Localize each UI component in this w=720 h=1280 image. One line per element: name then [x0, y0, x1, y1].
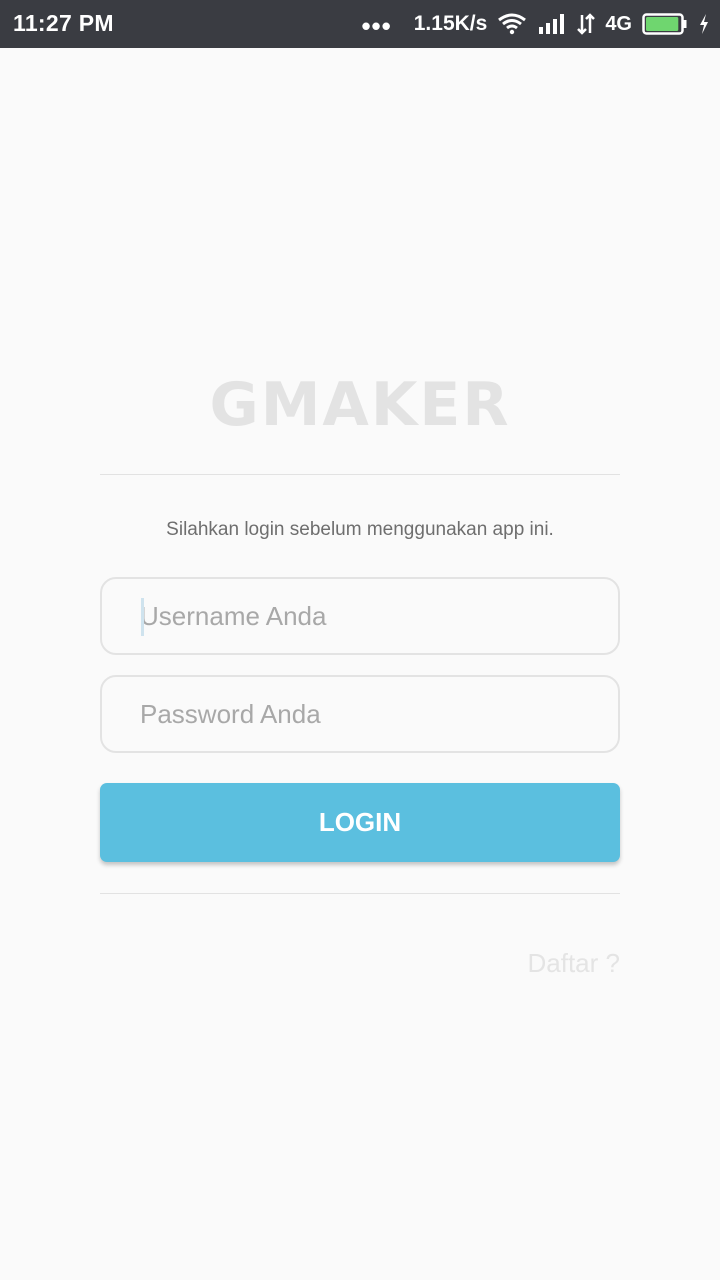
status-time: 11:27 PM [13, 10, 114, 36]
login-instruction: Silahkan login sebelum menggunakan app i… [166, 519, 554, 540]
charging-icon [698, 13, 710, 35]
password-field[interactable] [100, 675, 620, 753]
network-speed: 1.15K/s [413, 12, 488, 35]
app-title: GMAKER [209, 370, 511, 440]
battery-icon [642, 13, 688, 35]
top-divider [100, 474, 620, 475]
network-type: 4G [605, 12, 632, 35]
status-indicators: ••• 1.15K/s 4G [361, 0, 710, 48]
bottom-divider [100, 893, 620, 894]
password-input[interactable] [140, 677, 590, 751]
more-notifications-icon: ••• [361, 11, 392, 41]
register-link[interactable]: Daftar ? [528, 948, 621, 979]
data-arrows-icon [577, 12, 596, 36]
wifi-icon [497, 13, 527, 35]
signal-icon [537, 13, 567, 35]
login-button[interactable]: LOGIN [100, 783, 620, 862]
username-field[interactable] [100, 577, 620, 655]
text-cursor [141, 598, 144, 636]
username-input[interactable] [140, 579, 590, 653]
status-bar: 11:27 PM ••• 1.15K/s 4G [0, 0, 720, 48]
